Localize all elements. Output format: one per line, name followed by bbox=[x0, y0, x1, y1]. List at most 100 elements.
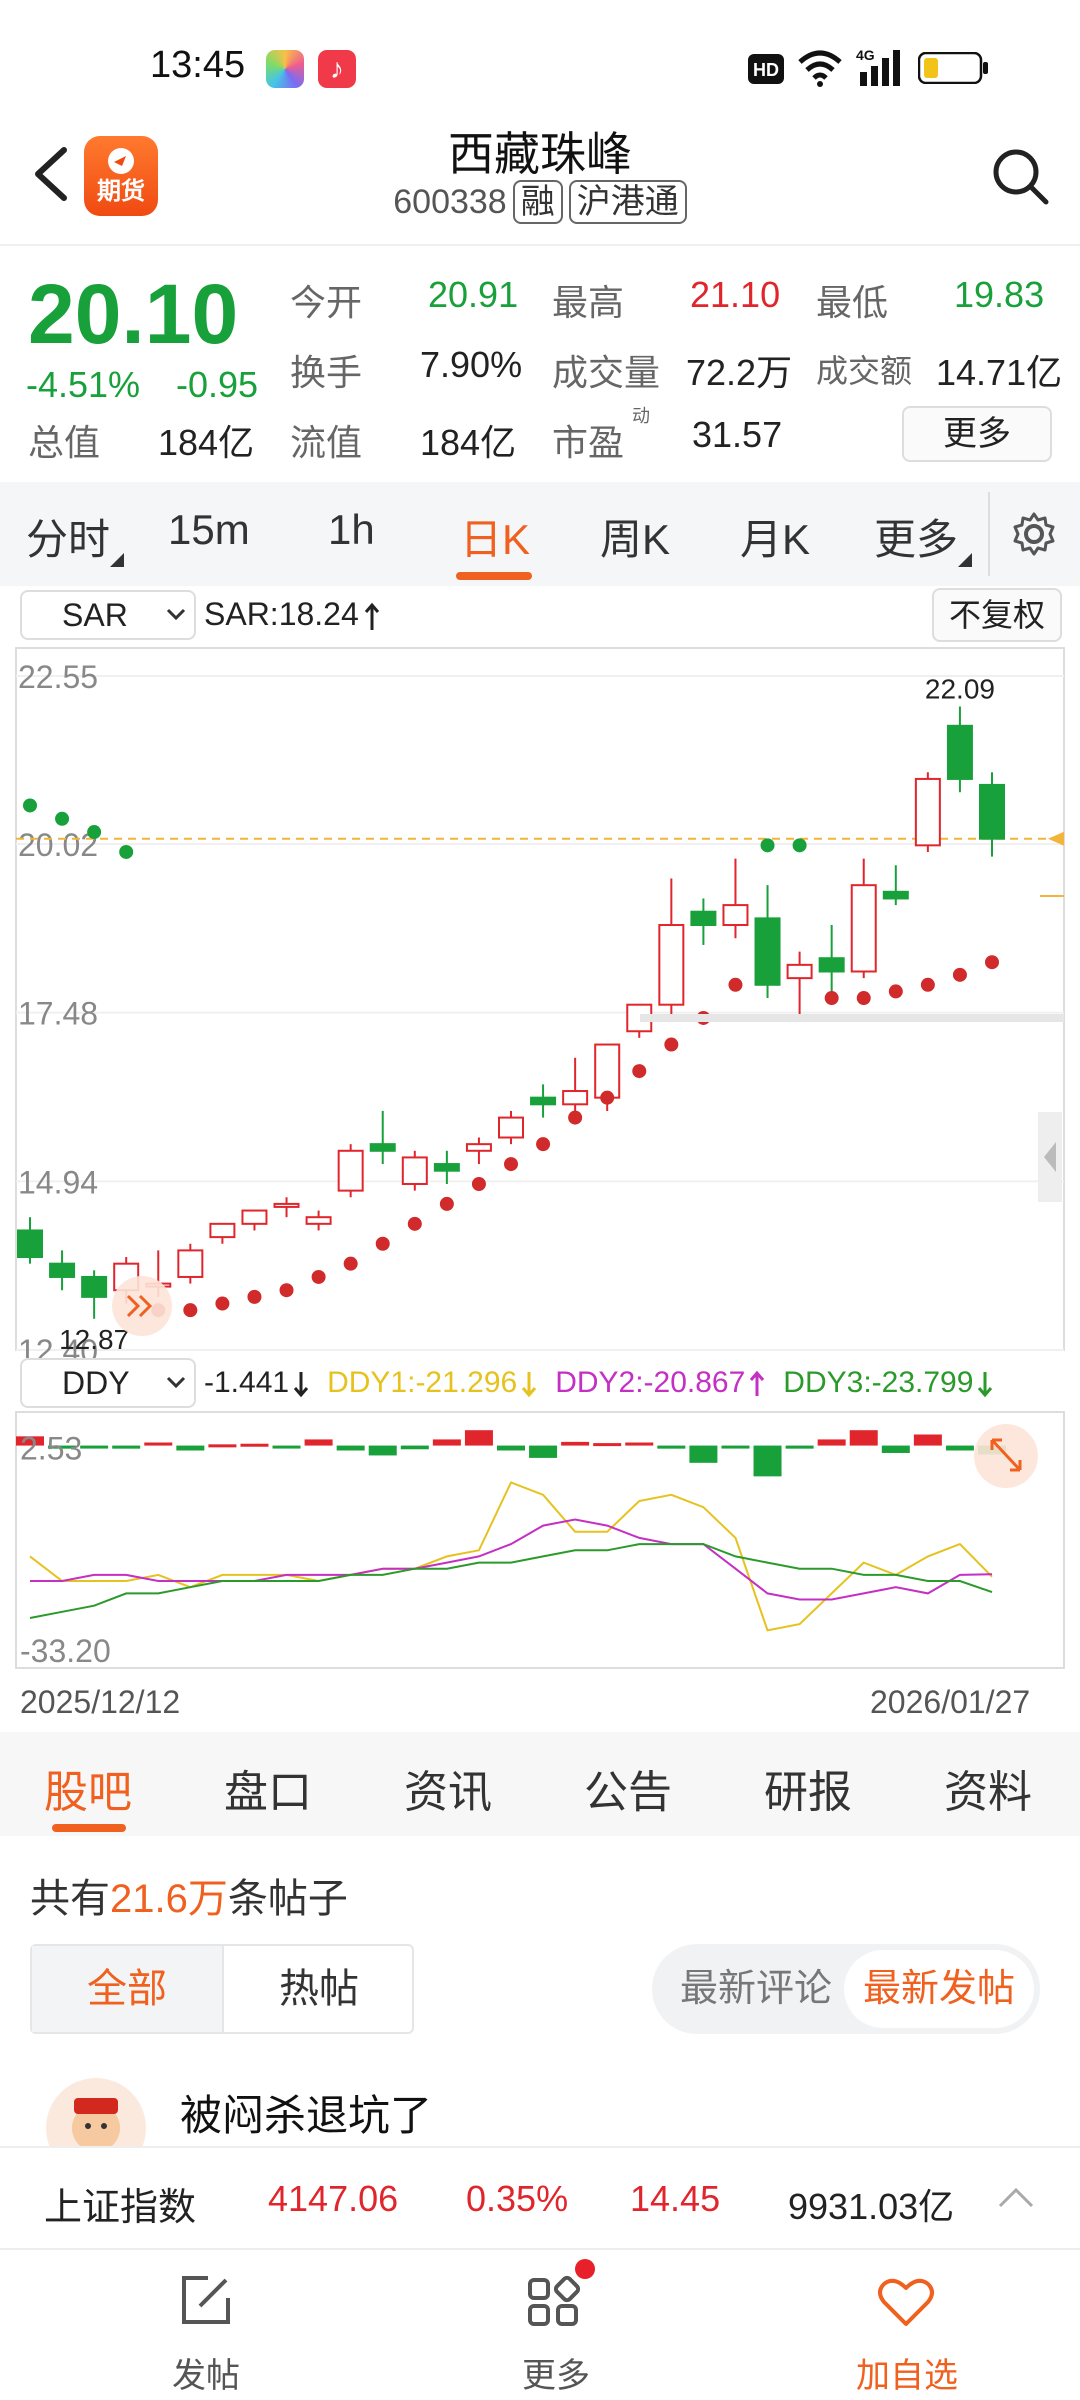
tab-research[interactable]: 研报 bbox=[764, 1756, 852, 1820]
horizontal-divider bbox=[640, 1014, 1064, 1022]
tab-more-periods[interactable]: 更多 bbox=[874, 506, 973, 567]
ddy-bar bbox=[272, 1445, 301, 1449]
filter-all-button[interactable]: 全部 bbox=[32, 1946, 224, 2032]
ddy-bar bbox=[561, 1441, 590, 1446]
bottom-navigation: 发帖 更多 加自选 bbox=[0, 2248, 1080, 2400]
ddy-bar bbox=[721, 1445, 750, 1449]
more-quote-button[interactable]: 更多 bbox=[902, 406, 1052, 462]
settings-gear-icon[interactable] bbox=[1010, 510, 1058, 558]
nav-watch-label: 加自选 bbox=[856, 2357, 958, 2395]
sar-dot bbox=[824, 991, 839, 1006]
sar-dot bbox=[664, 1037, 679, 1052]
back-arrow-icon[interactable] bbox=[28, 144, 72, 204]
candle-body bbox=[273, 1202, 300, 1208]
index-amount: 9931.03亿 bbox=[788, 2186, 955, 2227]
tab-divider bbox=[988, 492, 990, 576]
ddy-values-row: -1.441 DDY1:-21.296 DDY2:-20.867 DDY3:-23.7… bbox=[204, 1366, 993, 1400]
sort-latest-post-button[interactable]: 最新发帖 bbox=[844, 1950, 1034, 2028]
search-icon[interactable] bbox=[990, 146, 1050, 206]
tab-daily-k[interactable]: 日K bbox=[460, 506, 530, 567]
nav-add-watchlist-button[interactable]: 加自选 bbox=[840, 2250, 970, 2400]
expand-hint-bubble bbox=[112, 1276, 172, 1336]
filter-hot-button[interactable]: 热帖 bbox=[224, 1946, 414, 2032]
avatar[interactable] bbox=[44, 2076, 148, 2146]
nav-more-button[interactable]: 更多 bbox=[490, 2250, 620, 2400]
tab-announcements[interactable]: 公告 bbox=[584, 1756, 672, 1820]
tab-news[interactable]: 资讯 bbox=[404, 1756, 492, 1820]
edit-icon bbox=[182, 2276, 230, 2324]
ddy-bar bbox=[785, 1445, 814, 1449]
chevron-down-icon bbox=[166, 1376, 186, 1389]
turnover-label: 换手 bbox=[290, 352, 363, 393]
y-tick-label: 17.48 bbox=[18, 996, 98, 1032]
tab-guba[interactable]: 股吧 bbox=[44, 1756, 132, 1820]
sar-value: SAR:18.24 bbox=[204, 596, 381, 633]
market-index-bar[interactable]: 上证指数 4147.06 0.35% 14.45 9931.03亿 bbox=[0, 2146, 1080, 2248]
sar-dot bbox=[985, 955, 999, 970]
date-end: 2026/01/27 bbox=[870, 1684, 1031, 1720]
status-bar: 13:45 ♪ HD 4G bbox=[0, 0, 1080, 120]
tab-intraday[interactable]: 分时 bbox=[26, 506, 125, 567]
volume-value: 72.2万 bbox=[686, 352, 793, 393]
ddy-bar bbox=[849, 1430, 878, 1446]
candle-body bbox=[17, 1229, 43, 1259]
ddy-bar bbox=[368, 1445, 397, 1456]
low-label: 最低 bbox=[816, 282, 889, 323]
nav-more-label: 更多 bbox=[522, 2357, 590, 2395]
tab-weekly-k[interactable]: 周K bbox=[600, 506, 670, 567]
active-tab-indicator bbox=[456, 572, 532, 580]
ddy-indicator-chart[interactable]: 2.53 -33.20 bbox=[0, 1410, 1080, 1670]
arrow-down-icon bbox=[293, 1372, 309, 1398]
candle-body bbox=[465, 1143, 492, 1152]
high-label: 最高 bbox=[552, 282, 625, 323]
tab-intraday-label: 分时 bbox=[26, 516, 111, 563]
sar-dot bbox=[792, 838, 807, 853]
chevron-up-icon[interactable] bbox=[996, 2184, 1036, 2210]
ddy-bar bbox=[432, 1439, 461, 1446]
sar-dot bbox=[439, 1196, 454, 1211]
sar-dot bbox=[568, 1110, 583, 1125]
post-title[interactable]: 被闷杀退坑了 bbox=[180, 2082, 432, 2143]
tab-monthly-k[interactable]: 月K bbox=[740, 506, 810, 567]
amount-label: 成交额 bbox=[816, 353, 913, 389]
tab-1h[interactable]: 1h bbox=[328, 506, 375, 554]
ddy-bar bbox=[657, 1445, 686, 1449]
candlestick-chart[interactable]: 22.5520.0217.4814.9412.4022.0912.87 bbox=[0, 642, 1080, 1358]
current-price: 20.10 bbox=[28, 267, 239, 361]
sar-value-text: SAR:18.24 bbox=[204, 596, 359, 632]
sar-dot bbox=[632, 1064, 647, 1079]
change-percent: -4.51% bbox=[26, 364, 141, 405]
main-indicator-select[interactable]: SAR bbox=[20, 590, 196, 640]
index-percent: 0.35% bbox=[466, 2178, 569, 2219]
arrow-down-icon bbox=[522, 1372, 537, 1398]
nav-post-button[interactable]: 发帖 bbox=[140, 2250, 270, 2400]
candle-body bbox=[722, 904, 749, 927]
candle-body bbox=[81, 1275, 108, 1298]
futures-badge-button[interactable]: 期货 bbox=[84, 136, 158, 216]
stock-code: 600338 bbox=[393, 183, 507, 221]
market-cap-value: 184亿 bbox=[158, 422, 255, 463]
stock-header: 期货 西藏珠峰 600338 融沪港通 bbox=[0, 110, 1080, 240]
sub-indicator-select[interactable]: DDY bbox=[20, 1358, 196, 1408]
tab-profile[interactable]: 资料 bbox=[944, 1756, 1032, 1820]
chevron-down-icon bbox=[166, 608, 186, 621]
index-change: 14.45 bbox=[630, 2178, 721, 2219]
sar-dot bbox=[23, 798, 37, 813]
sort-latest-comment-button[interactable]: 最新评论 bbox=[680, 1944, 832, 2034]
tab-order-book[interactable]: 盘口 bbox=[224, 1756, 312, 1820]
candle-body bbox=[177, 1249, 204, 1278]
tab-15m[interactable]: 15m bbox=[168, 506, 250, 554]
pe-label: 市盈 bbox=[552, 422, 625, 463]
ddy-bar bbox=[945, 1445, 974, 1451]
svg-text:HD: HD bbox=[753, 60, 779, 80]
adjust-button[interactable]: 不复权 bbox=[932, 588, 1062, 642]
sar-dot bbox=[600, 1090, 615, 1105]
sar-dot bbox=[728, 977, 743, 992]
candle-body bbox=[818, 957, 845, 973]
min-price-label: 12.87 bbox=[59, 1324, 129, 1355]
signal-4g-icon: 4G bbox=[856, 47, 900, 86]
sar-dot bbox=[375, 1236, 390, 1251]
sar-dot bbox=[87, 825, 102, 840]
main-indicator-label: SAR bbox=[62, 597, 128, 633]
ddy-bar bbox=[753, 1445, 782, 1477]
